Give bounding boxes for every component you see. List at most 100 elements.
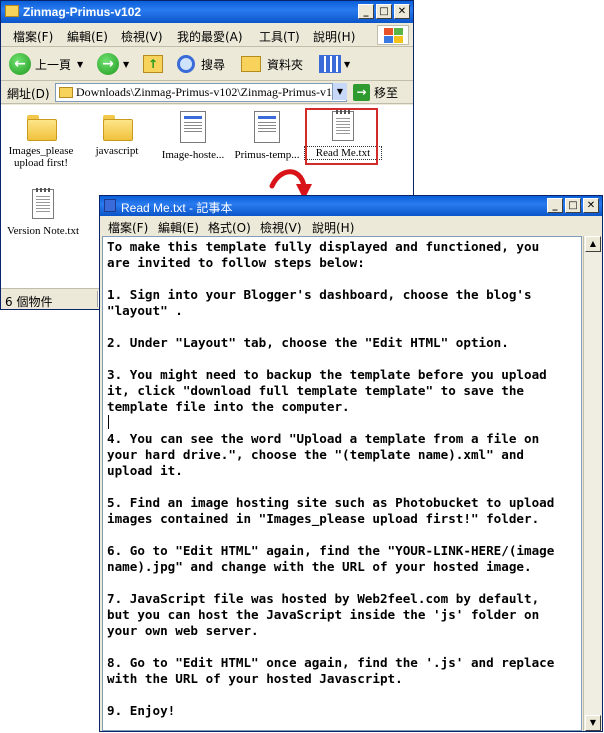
notepad-title: Read Me.txt - 記事本	[121, 201, 233, 215]
text-line: 3. You might need to backup the template…	[107, 367, 547, 382]
windows-logo-icon	[377, 25, 409, 45]
text-line: but you can host the JavaScript inside t…	[107, 607, 540, 622]
address-bar: 網址(D) Downloads\Zinmag-Primus-v102\Zinma…	[1, 82, 413, 104]
chevron-down-icon: ▼	[77, 59, 84, 69]
folders-button[interactable]: 資料夾	[241, 52, 303, 76]
explorer-toolbar: ← 上一頁 ▼ → ▼ ↑ 搜尋 資料夾 ▼	[1, 48, 413, 81]
back-arrow-icon: ←	[9, 53, 31, 75]
address-dropdown-button[interactable]: ▼	[332, 83, 347, 100]
file-name: Image-hoste...	[161, 149, 225, 161]
text-line: 5. Find an image hosting site such as Ph…	[107, 495, 555, 510]
text-line: 6. Go to "Edit HTML" again, find the "YO…	[107, 543, 555, 558]
text-line	[107, 479, 579, 495]
text-line	[107, 687, 579, 703]
html-file-icon	[254, 111, 280, 143]
menu-file[interactable]: 檔案(F)	[108, 219, 148, 236]
text-line: images contained in "Images_please uploa…	[107, 511, 540, 526]
notepad-content: To make this template fully displayed an…	[107, 239, 579, 719]
folder-icon	[59, 87, 73, 98]
text-line	[107, 639, 579, 655]
notepad-titlebar[interactable]: Read Me.txt - 記事本 _ □ ✕	[100, 196, 602, 216]
text-caret	[108, 415, 109, 429]
file-item[interactable]: Version Note.txt	[5, 188, 81, 237]
menu-view[interactable]: 檢視(V)	[260, 219, 302, 236]
close-button[interactable]: ✕	[394, 4, 410, 19]
search-label: 搜尋	[201, 57, 226, 72]
text-line: 8. Go to "Edit HTML" once again, find th…	[107, 655, 555, 670]
scroll-down-arrow-icon[interactable]: ▼	[585, 715, 601, 731]
text-line: To make this template fully displayed an…	[107, 239, 540, 254]
maximize-button[interactable]: □	[376, 4, 392, 19]
notepad-text-area[interactable]: To make this template fully displayed an…	[102, 236, 582, 731]
go-arrow-icon: →	[353, 84, 370, 101]
menu-tools[interactable]: 工具(T)	[259, 28, 300, 45]
minimize-button[interactable]: _	[547, 198, 563, 213]
menu-edit[interactable]: 編輯(E)	[158, 219, 199, 236]
forward-arrow-icon: →	[97, 53, 119, 75]
address-value: Downloads\Zinmag-Primus-v102\Zinmag-Prim…	[76, 85, 344, 99]
vertical-scrollbar[interactable]: ▲ ▼	[583, 236, 601, 731]
close-button[interactable]: ✕	[583, 198, 599, 213]
text-line: 9. Enjoy!	[107, 703, 176, 718]
file-name: Images_please upload first!	[8, 145, 74, 169]
file-name: Version Note.txt	[6, 225, 80, 237]
menu-format[interactable]: 格式(O)	[208, 219, 251, 236]
forward-button[interactable]: → ▼	[97, 52, 129, 76]
text-line: "layout" .	[107, 303, 183, 318]
up-folder-button[interactable]: ↑	[143, 52, 163, 76]
text-line: with the URL of your hosted Javascript.	[107, 671, 403, 686]
text-line	[107, 575, 579, 591]
maximize-button[interactable]: □	[565, 198, 581, 213]
explorer-title: Zinmag-Primus-v102	[23, 5, 142, 19]
folders-icon	[241, 56, 261, 72]
text-line	[107, 415, 579, 431]
text-file-icon	[32, 188, 54, 219]
up-folder-icon: ↑	[143, 55, 163, 73]
text-line	[107, 271, 579, 287]
address-input[interactable]: Downloads\Zinmag-Primus-v102\Zinmag-Prim…	[55, 83, 347, 102]
text-line: 2. Under "Layout" tab, choose the "Edit …	[107, 335, 509, 350]
explorer-titlebar[interactable]: Zinmag-Primus-v102 _ □ ✕	[1, 1, 413, 23]
folder-icon	[27, 115, 57, 141]
text-line: 1. Sign into your Blogger's dashboard, c…	[107, 287, 532, 302]
folder-icon	[103, 115, 133, 141]
search-icon	[177, 55, 195, 73]
notepad-window: Read Me.txt - 記事本 _ □ ✕ 檔案(F) 編輯(E) 格式(O…	[99, 195, 603, 732]
explorer-menubar: 檔案(F) 編輯(E) 檢視(V) 我的最愛(A) 工具(T) 說明(H)	[1, 23, 413, 47]
minimize-button[interactable]: _	[358, 4, 374, 19]
file-item[interactable]: Primus-temp...	[229, 111, 305, 161]
file-name: Primus-temp...	[234, 149, 300, 161]
text-line	[107, 527, 579, 543]
folder-icon	[5, 5, 19, 17]
text-line: 7. JavaScript file was hosted by Web2fee…	[107, 591, 540, 606]
text-line: your own web server.	[107, 623, 259, 638]
back-button[interactable]: ← 上一頁 ▼	[9, 52, 83, 76]
address-label: 網址(D)	[7, 87, 50, 101]
views-button[interactable]: ▼	[319, 52, 350, 76]
menu-help[interactable]: 說明(H)	[312, 219, 354, 236]
go-button[interactable]: → 移至	[353, 84, 398, 101]
chevron-down-icon: ▼	[123, 59, 130, 69]
file-item[interactable]: Images_please upload first!	[3, 115, 79, 169]
scroll-up-arrow-icon[interactable]: ▲	[585, 236, 601, 252]
text-line: upload it.	[107, 463, 183, 478]
text-line: name).jpg" and change with the URL of yo…	[107, 559, 532, 574]
chevron-down-icon: ▼	[344, 59, 351, 69]
text-line: it, click "download full template templa…	[107, 383, 525, 398]
text-line: are invited to follow steps below:	[107, 255, 365, 270]
menu-help[interactable]: 說明(H)	[313, 28, 355, 45]
file-item[interactable]: javascript	[79, 115, 155, 157]
back-label: 上一頁	[35, 57, 72, 72]
text-line: your hard drive.", choose the "(template…	[107, 447, 525, 462]
menu-file[interactable]: 檔案(F)	[13, 28, 53, 45]
search-button[interactable]: 搜尋	[177, 52, 225, 76]
menu-edit[interactable]: 編輯(E)	[67, 28, 108, 45]
highlight-box	[305, 108, 378, 165]
text-line: template file into the computer.	[107, 399, 350, 414]
html-file-icon	[180, 111, 206, 143]
menu-favorites[interactable]: 我的最愛(A)	[177, 28, 243, 45]
file-item[interactable]: Image-hoste...	[155, 111, 231, 161]
text-line: 4. You can see the word "Upload a templa…	[107, 431, 540, 446]
menu-view[interactable]: 檢視(V)	[121, 28, 163, 45]
notepad-menubar: 檔案(F) 編輯(E) 格式(O) 檢視(V) 說明(H)	[100, 216, 602, 236]
